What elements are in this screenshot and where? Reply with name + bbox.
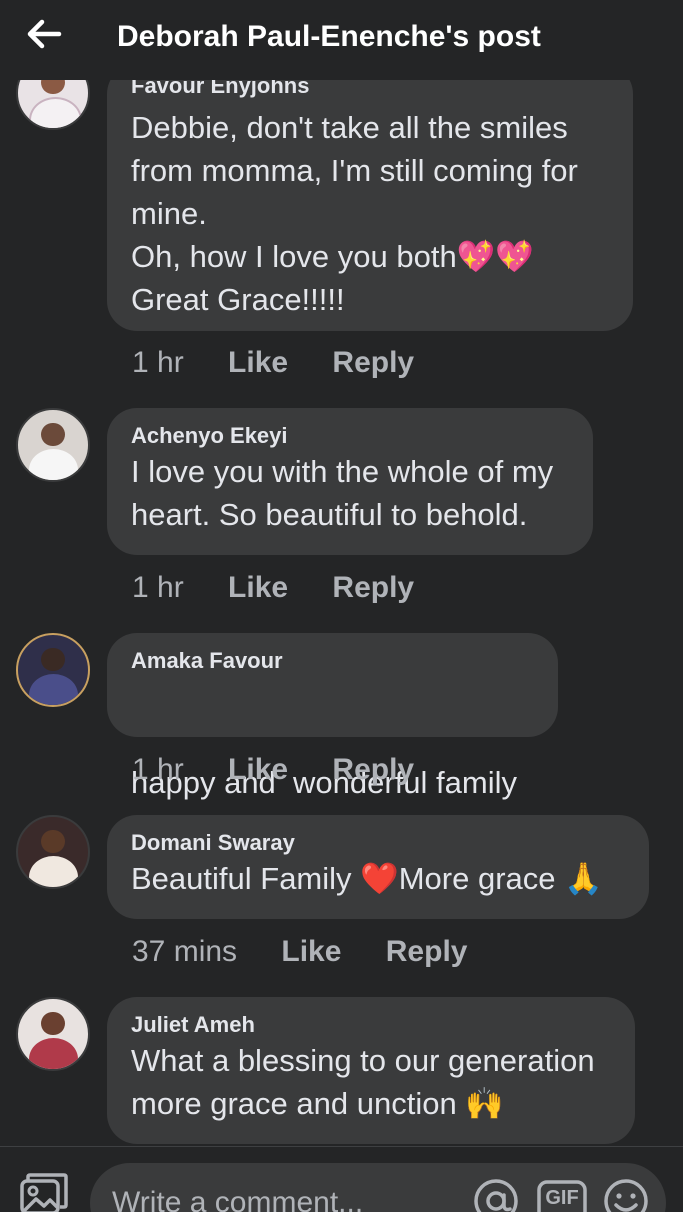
post-comments-screen: Favour Enyjohns Debbie, don't take all t…	[0, 0, 683, 1212]
comment-bubble[interactable]: Amaka Favour happy and wonderful family	[107, 633, 558, 800]
comment-author[interactable]: Juliet Ameh	[131, 1011, 611, 1039]
arrow-left-icon	[27, 19, 62, 49]
photo-icon	[20, 1173, 68, 1212]
avatar[interactable]	[16, 408, 90, 482]
comment-bubble[interactable]: Achenyo Ekeyi I love you with the whole …	[107, 408, 593, 555]
comment-actions: 1 hr Like Reply	[132, 571, 414, 605]
comment-time[interactable]: 1 hr	[132, 346, 184, 380]
smiley-icon	[604, 1179, 648, 1212]
gif-button[interactable]: GIF	[536, 1177, 588, 1212]
emoji-button[interactable]	[602, 1177, 650, 1212]
like-button[interactable]: Like	[228, 571, 288, 605]
comment-time[interactable]: 1 hr	[132, 753, 184, 787]
at-sign-icon	[474, 1179, 518, 1212]
top-bar: Deborah Paul-Enenche's post	[0, 0, 683, 80]
back-button[interactable]	[22, 14, 66, 54]
reply-button[interactable]: Reply	[332, 571, 414, 605]
comment-text: What a blessing to our generation more g…	[131, 1043, 595, 1121]
avatar[interactable]	[16, 815, 90, 889]
comment-text: Debbie, don't take all the smiles from m…	[131, 110, 578, 317]
like-button[interactable]: Like	[228, 753, 288, 787]
comment-list[interactable]: Favour Enyjohns Debbie, don't take all t…	[0, 0, 683, 1146]
comment-text: Beautiful Family ❤️More grace 🙏	[131, 861, 603, 896]
mention-button[interactable]	[472, 1177, 520, 1212]
comment-author[interactable]: Achenyo Ekeyi	[131, 422, 569, 450]
reply-button[interactable]: Reply	[386, 935, 468, 969]
photo-button[interactable]	[18, 1173, 70, 1212]
comment-author[interactable]: Domani Swaray	[131, 829, 625, 857]
comment-composer: GIF	[0, 1147, 683, 1212]
avatar[interactable]	[16, 633, 90, 707]
like-button[interactable]: Like	[281, 935, 341, 969]
comment-bubble[interactable]: Favour Enyjohns Debbie, don't take all t…	[107, 64, 633, 331]
gif-label: GIF	[545, 1187, 579, 1209]
comment-time[interactable]: 1 hr	[132, 571, 184, 605]
comment-actions: 1 hr Like Reply	[132, 346, 414, 380]
comment-bubble[interactable]: Domani Swaray Beautiful Family ❤️More gr…	[107, 815, 649, 919]
comment-actions: 37 mins Like Reply	[132, 935, 467, 969]
avatar[interactable]	[16, 997, 90, 1071]
comment-actions: 1 hr Like Reply	[132, 753, 414, 787]
page-title: Deborah Paul-Enenche's post	[117, 20, 541, 53]
reply-button[interactable]: Reply	[332, 753, 414, 787]
comment-author[interactable]: Amaka Favour	[131, 647, 534, 675]
comment-text: I love you with the whole of my heart. S…	[131, 454, 554, 532]
reply-button[interactable]: Reply	[332, 346, 414, 380]
like-button[interactable]: Like	[228, 346, 288, 380]
comment-bubble[interactable]: Juliet Ameh What a blessing to our gener…	[107, 997, 635, 1144]
comment-time[interactable]: 37 mins	[132, 935, 237, 969]
